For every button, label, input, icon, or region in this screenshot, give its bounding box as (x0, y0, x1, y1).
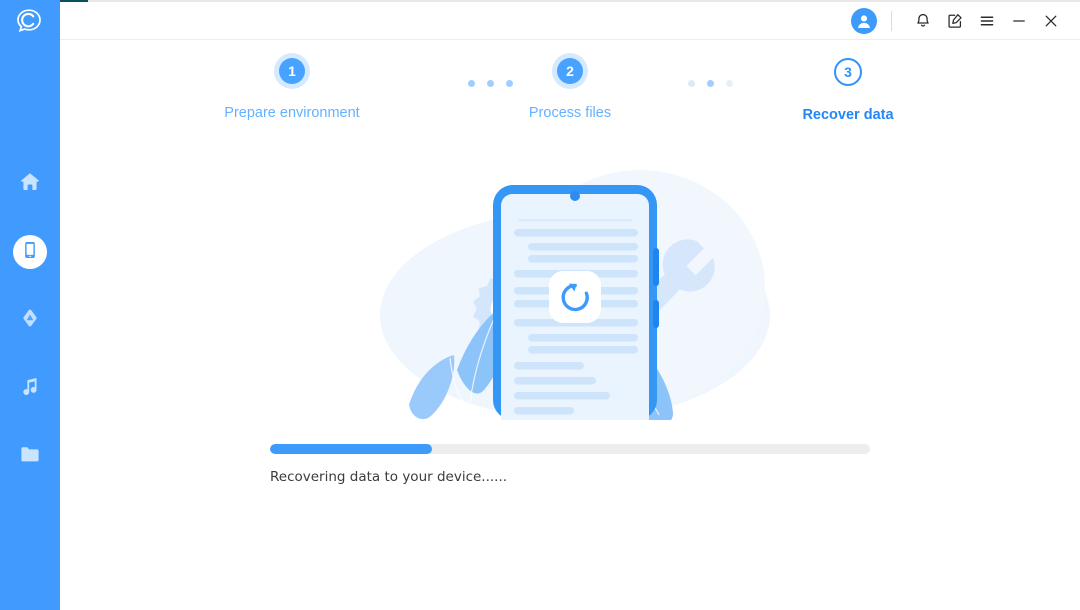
titlebar-divider (891, 10, 892, 31)
phone-icon (20, 240, 40, 265)
step-2: 2 Process files (460, 58, 680, 121)
edit-note-icon (948, 13, 962, 28)
feedback-button[interactable] (940, 6, 970, 36)
refresh-icon (549, 271, 601, 323)
title-bar-controls (851, 2, 1066, 39)
sidebar-item-files[interactable] (0, 422, 60, 490)
title-bar (60, 2, 1080, 39)
phone-recovery-illustration (340, 170, 810, 426)
bell-icon (917, 13, 929, 27)
app-logo[interactable] (14, 6, 44, 36)
recovery-progress-section: Recovering data to your device...... (270, 444, 870, 485)
app-window: 1 Prepare environment 2 Process files 3 … (0, 0, 1080, 610)
notifications-button[interactable] (908, 6, 938, 36)
home-icon (18, 170, 42, 199)
stepper: 1 Prepare environment 2 Process files 3 … (60, 58, 1080, 148)
sidebar-item-music[interactable] (0, 354, 60, 422)
chat-bubble-c-logo-icon (17, 9, 41, 33)
hamburger-menu-icon (980, 16, 994, 25)
close-button[interactable] (1036, 6, 1066, 36)
music-note-icon (19, 375, 41, 402)
recovery-status-text: Recovering data to your device...... (270, 469, 508, 485)
minimize-icon (1013, 19, 1025, 22)
connector-dot (726, 80, 733, 87)
step-connector-2 (688, 80, 733, 87)
step-2-label: Process files (528, 105, 612, 121)
step-3: 3 Recover data (738, 58, 958, 123)
sidebar-item-cloud[interactable] (0, 286, 60, 354)
sidebar (0, 0, 60, 610)
recovery-progress-fill (270, 444, 432, 454)
user-avatar[interactable] (851, 7, 877, 34)
sidebar-item-phone[interactable] (0, 218, 60, 286)
minimize-button[interactable] (1004, 6, 1034, 36)
connector-dot (688, 80, 695, 87)
recovery-progress-bar[interactable] (270, 444, 870, 454)
title-bar-separator (60, 39, 1080, 40)
step-1: 1 Prepare environment (182, 58, 402, 121)
sidebar-item-home[interactable] (0, 150, 60, 218)
person-icon (858, 14, 870, 28)
connector-dot (707, 80, 714, 87)
sidebar-nav (0, 150, 60, 490)
folder-icon (18, 442, 42, 471)
close-icon (1045, 15, 1057, 26)
step-1-number: 1 (279, 58, 305, 84)
sidebar-active-indicator (13, 235, 47, 269)
menu-button[interactable] (972, 6, 1002, 36)
step-3-number: 3 (834, 58, 862, 86)
step-3-label: Recover data (802, 107, 894, 123)
step-2-number: 2 (557, 58, 583, 84)
step-1-label: Prepare environment (224, 105, 360, 121)
cloud-icon (18, 306, 42, 335)
smartphone-shape (493, 185, 659, 420)
